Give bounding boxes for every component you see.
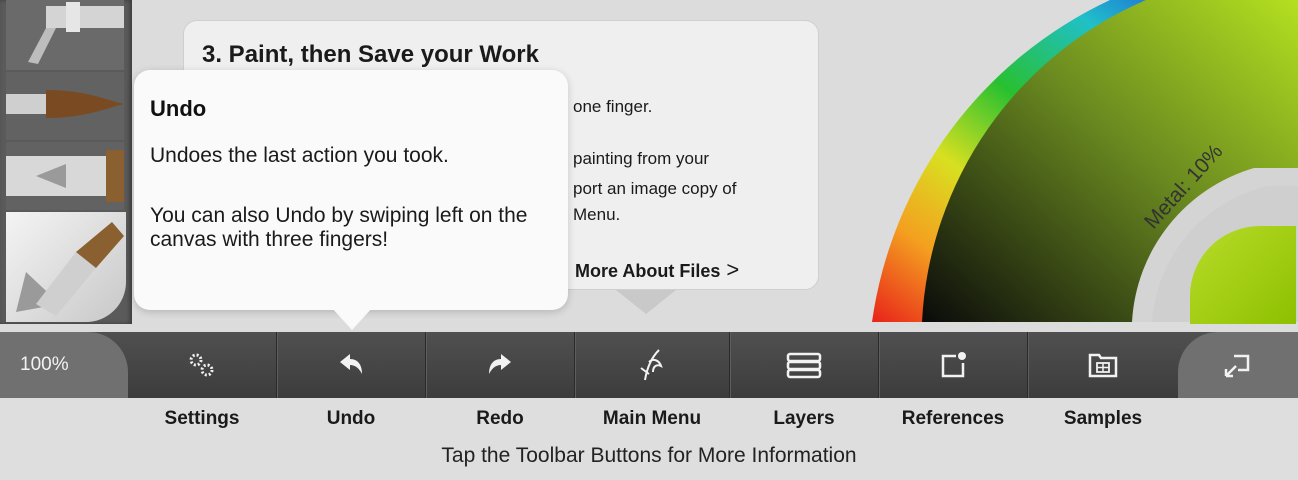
tutorial-card-line: Menu. <box>573 205 621 224</box>
tooltip-description: Undoes the last action you took. <box>150 144 449 167</box>
palette-knife-icon <box>16 222 124 316</box>
fullscreen-icon <box>1224 354 1250 378</box>
samples-label: Samples <box>1063 408 1143 429</box>
hint-text: Tap the Toolbar Buttons for More Informa… <box>441 444 857 467</box>
watercolor-brush-icon[interactable] <box>6 72 124 140</box>
gears-icon <box>189 353 214 377</box>
main-menu-icon <box>640 349 663 381</box>
tooltip-tip: You can also Undo by swiping left on the… <box>150 204 528 251</box>
undo-button[interactable] <box>277 332 425 398</box>
brush-tray <box>0 0 132 324</box>
more-about-files-link[interactable]: More About Files > <box>575 257 739 283</box>
redo-button[interactable] <box>426 332 574 398</box>
tutorial-card-pointer <box>616 290 676 314</box>
layers-button[interactable] <box>730 332 878 398</box>
samples-button[interactable] <box>1028 332 1178 398</box>
chevron-right-icon: > <box>726 257 740 282</box>
references-icon <box>941 352 966 378</box>
samples-icon <box>1088 353 1118 378</box>
settings-button[interactable] <box>128 332 276 398</box>
tooltip-title: Undo <box>150 96 207 121</box>
main-menu-button[interactable] <box>575 332 729 398</box>
fullscreen-button[interactable] <box>1178 332 1298 398</box>
references-label: References <box>901 408 1005 429</box>
layers-label: Layers <box>773 408 835 429</box>
tutorial-card-line: painting from your <box>573 149 710 168</box>
flat-brush-icon[interactable] <box>6 142 124 210</box>
more-about-files-label: More About Files <box>575 261 721 281</box>
canvas-area[interactable]: 3. Paint, then Save your Work one finger… <box>0 0 1298 332</box>
tutorial-card-line: one finger. <box>573 97 653 116</box>
undo-label: Undo <box>326 408 376 429</box>
references-button[interactable] <box>879 332 1027 398</box>
settings-label: Settings <box>164 408 240 429</box>
airbrush-tool-icon[interactable] <box>6 0 124 70</box>
tooltip-pointer <box>332 308 372 330</box>
undo-tooltip: Undo Undoes the last action you took. Yo… <box>134 70 568 310</box>
tutorial-card-title: 3. Paint, then Save your Work <box>202 41 539 68</box>
toolbar: 100% <box>0 332 1298 398</box>
zoom-level-button[interactable]: 100% <box>0 332 128 398</box>
main-menu-label: Main Menu <box>602 408 702 429</box>
redo-arrow-icon <box>489 354 511 374</box>
undo-arrow-icon <box>340 354 362 374</box>
toolbar-labels: Settings Undo Redo Main Menu Layers Refe… <box>0 398 1298 438</box>
tutorial-card-line: port an image copy of <box>573 179 737 198</box>
layers-icon <box>786 352 822 379</box>
redo-label: Redo <box>476 408 524 429</box>
tool-size-selector[interactable] <box>6 212 126 322</box>
